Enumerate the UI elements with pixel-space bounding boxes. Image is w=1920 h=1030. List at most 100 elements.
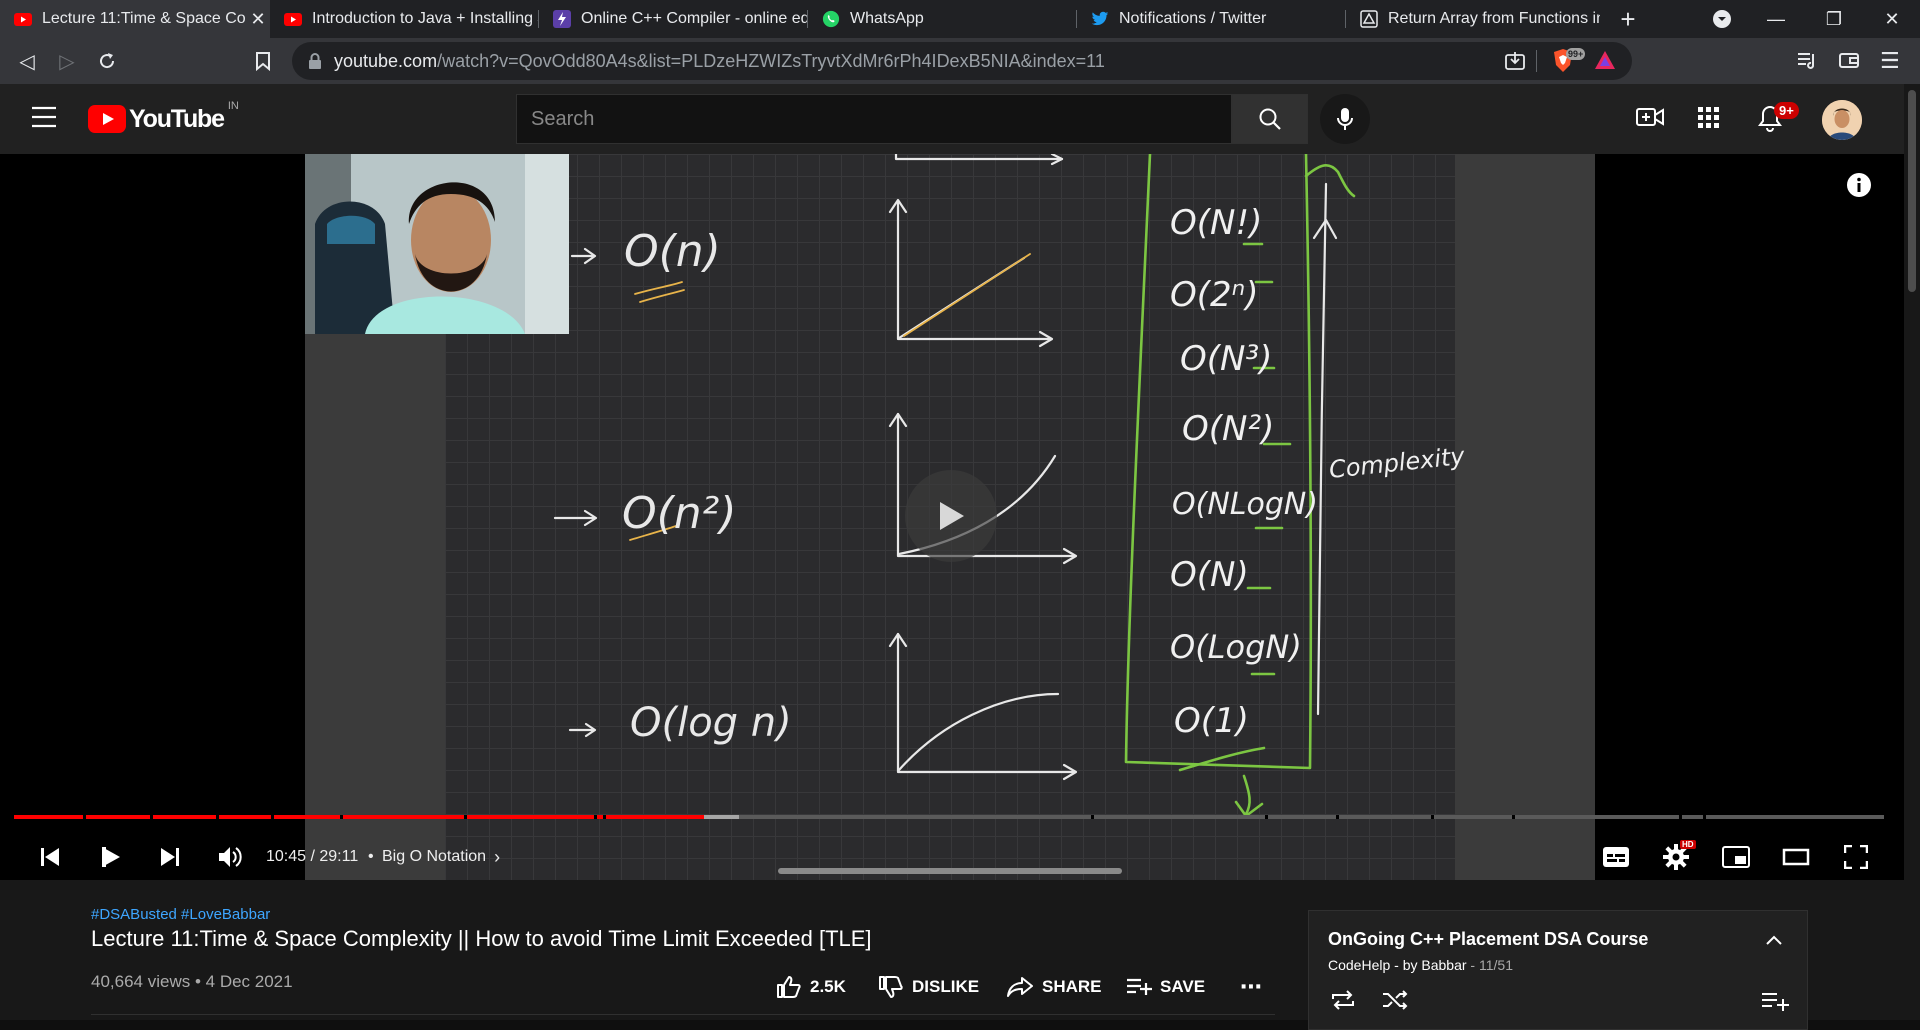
miniplayer-icon	[1722, 846, 1750, 868]
tab-search-button[interactable]	[1696, 0, 1748, 38]
complexity-item: O(NLogN)	[1172, 487, 1318, 522]
tab-whatsapp[interactable]: WhatsApp	[808, 0, 1076, 38]
tab-twitter-notifications[interactable]: Notifications / Twitter	[1077, 0, 1345, 38]
thumbs-up-icon	[777, 976, 801, 998]
save-button[interactable]: SAVE	[1126, 974, 1205, 1000]
complexity-item: O(N)	[1170, 555, 1249, 595]
close-tab-icon[interactable]: ✕	[246, 9, 270, 30]
tab-lecture-11[interactable]: Lecture 11:Time & Space Com ✕	[0, 0, 270, 38]
time-display: 10:45 / 29:11	[266, 848, 359, 865]
next-button[interactable]	[150, 834, 190, 880]
twitter-icon	[1091, 10, 1109, 28]
video-hashtags[interactable]: #DSABusted #LoveBabbar	[91, 906, 270, 923]
tab-title: Return Array from Functions in C	[1388, 10, 1600, 27]
chapter-gap	[82, 815, 86, 819]
apps-grid-icon[interactable]	[1698, 107, 1720, 134]
loop-playlist-icon[interactable]	[1329, 989, 1357, 1016]
complexity-label: Complexity	[1328, 442, 1467, 484]
play-pause-button[interactable]	[90, 834, 130, 880]
chapter-gap	[1090, 815, 1094, 819]
wallet-icon[interactable]	[1838, 50, 1860, 75]
thumbs-down-icon	[879, 976, 903, 998]
tab-online-cpp-compiler[interactable]: Online C++ Compiler - online edi	[539, 0, 807, 38]
new-tab-button[interactable]: +	[1602, 0, 1654, 38]
brave-shields-badge: 99+	[1566, 48, 1586, 60]
notation-ologn: O(log n)	[630, 700, 792, 746]
omnibox-divider	[1536, 50, 1537, 72]
share-label: SHARE	[1042, 977, 1102, 996]
center-play-button[interactable]	[905, 470, 997, 562]
tab-intro-java[interactable]: Introduction to Java + Installing J	[270, 0, 538, 38]
search-button[interactable]	[1232, 94, 1308, 144]
brave-rewards-icon[interactable]	[1594, 50, 1616, 75]
previous-button[interactable]	[30, 834, 70, 880]
hamburger-menu-icon[interactable]	[32, 106, 56, 133]
bookmark-button[interactable]	[248, 46, 278, 76]
add-to-queue-icon[interactable]	[1761, 991, 1789, 1016]
more-actions-button[interactable]: ⋯	[1240, 974, 1263, 1000]
scrollbar-thumb[interactable]	[1908, 90, 1916, 292]
minimize-button[interactable]: —	[1750, 0, 1802, 38]
complexity-item: O(LogN)	[1170, 628, 1302, 666]
create-video-icon[interactable]	[1636, 106, 1664, 133]
back-button[interactable]: ◁	[12, 46, 42, 76]
tab-return-array[interactable]: Return Array from Functions in C	[1346, 0, 1600, 38]
theater-mode-button[interactable]	[1776, 834, 1816, 880]
forward-button[interactable]: ▷	[52, 46, 82, 76]
voice-search-button[interactable]	[1320, 94, 1370, 144]
chapter-gap	[1265, 815, 1269, 819]
notification-count-badge: 9+	[1774, 102, 1799, 119]
youtube-logo[interactable]: YouTube IN	[88, 100, 239, 134]
dislike-button[interactable]: DISLIKE	[878, 974, 979, 1000]
playlist-channel[interactable]: CodeHelp - by Babbar	[1328, 957, 1467, 973]
chapter-gap	[593, 815, 597, 819]
close-window-button[interactable]: ✕	[1866, 0, 1918, 38]
complexity-item: O(N!)	[1170, 203, 1262, 243]
settings-button[interactable]: HD	[1656, 834, 1696, 880]
chapter-title-button[interactable]: Big O Notation ›	[382, 834, 500, 880]
subtitles-button[interactable]	[1596, 834, 1636, 880]
info-icon[interactable]	[1846, 172, 1872, 203]
chapter-gap	[150, 815, 154, 819]
install-app-icon[interactable]	[1504, 50, 1526, 77]
fullscreen-icon	[1844, 845, 1868, 869]
tab-title: Online C++ Compiler - online edi	[581, 10, 807, 27]
view-count: 40,664 views	[91, 972, 191, 991]
page-scrollbar[interactable]	[1904, 84, 1920, 1020]
browser-menu-icon[interactable]: ☰	[1880, 48, 1900, 74]
avatar[interactable]	[1822, 100, 1862, 140]
volume-icon	[219, 847, 242, 867]
reload-button[interactable]	[92, 46, 122, 76]
like-button[interactable]: 2.5K	[776, 974, 846, 1000]
subtitles-icon	[1603, 847, 1629, 867]
chapter-gap	[1511, 815, 1515, 819]
playlist-position: 11/51	[1478, 957, 1513, 973]
miniplayer-button[interactable]	[1716, 834, 1756, 880]
play-icon	[102, 847, 120, 867]
url-text: youtube.com/watch?v=QovOdd80A4s&list=PLD…	[334, 51, 1105, 71]
restore-button[interactable]: ❐	[1808, 0, 1860, 38]
video-player[interactable]: O(n) O(n²) O(log n) O(N!) O(2ⁿ) O(N³) O(…	[0, 154, 1920, 880]
chapter-gap	[1703, 815, 1707, 819]
volume-button[interactable]	[210, 834, 250, 880]
share-button[interactable]: SHARE	[1006, 974, 1102, 1000]
bookmark-icon	[256, 52, 270, 71]
horizontal-scroll-handle[interactable]	[778, 868, 1122, 874]
chapter-gap	[216, 815, 220, 819]
notation-on2: O(n²)	[622, 488, 737, 539]
tab-title: Notifications / Twitter	[1119, 10, 1267, 27]
fullscreen-button[interactable]	[1836, 834, 1876, 880]
search-input[interactable]	[517, 95, 1231, 143]
complexity-item: O(N²)	[1182, 409, 1274, 449]
address-bar[interactable]: youtube.com/watch?v=QovOdd80A4s&list=PLD…	[292, 42, 1632, 80]
reading-list-icon[interactable]	[1796, 50, 1818, 75]
theater-mode-icon	[1782, 848, 1810, 866]
shuffle-icon[interactable]	[1381, 989, 1409, 1016]
youtube-icon	[284, 10, 302, 28]
chapter-gap	[1336, 815, 1340, 819]
play-icon	[940, 502, 964, 530]
chevron-up-icon[interactable]	[1765, 933, 1783, 951]
progress-bar[interactable]	[14, 815, 1884, 819]
playlist-title[interactable]: OnGoing C++ Placement DSA Course	[1328, 929, 1648, 950]
browser-toolbar: ◁ ▷ youtube.com/watch?v=QovOdd80A4s&list…	[0, 38, 1920, 84]
